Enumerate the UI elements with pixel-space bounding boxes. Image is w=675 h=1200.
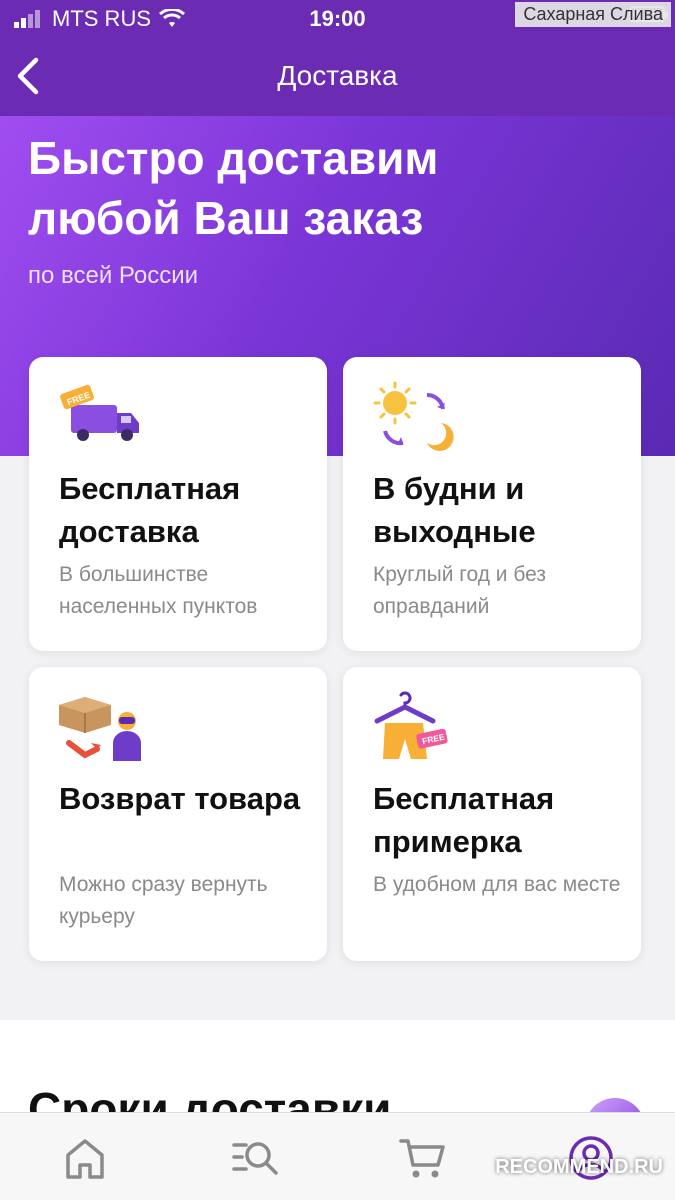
truck-free-icon: FREE (60, 384, 139, 441)
feature-card-free-fitting[interactable]: FREE Бесплатная примерка В удобном для в… (343, 667, 641, 961)
cart-icon (399, 1139, 445, 1178)
card-title: Возврат товара (59, 781, 301, 816)
card-description: В большинстве населенных пунктов (59, 563, 258, 618)
tab-catalog-search[interactable] (230, 1133, 280, 1183)
card-description: Круглый год и без оправданий (373, 563, 546, 618)
card-description: В удобном для вас месте (373, 873, 621, 896)
card-title: В будни и выходные (373, 471, 536, 549)
hanger-clothes-icon: FREE (374, 691, 448, 759)
tab-cart[interactable] (398, 1133, 448, 1183)
page-title: Доставка (277, 60, 398, 91)
watermark: Сахарная Слива (515, 2, 671, 27)
feature-card-return[interactable]: Возврат товара Можно сразу вернуть курье… (29, 667, 327, 961)
card-title: Бесплатная примерка (373, 781, 555, 859)
box-courier-icon (59, 697, 141, 761)
recommend-watermark: RECOMMEND.RU (495, 1156, 663, 1178)
card-description: Можно сразу вернуть курьеру (59, 873, 268, 928)
nav-bar: Доставка (0, 40, 675, 116)
tab-home[interactable] (60, 1133, 110, 1183)
feature-card-free-delivery[interactable]: FREE Бесплатная доставка В большинстве н… (29, 357, 327, 651)
card-title: Бесплатная доставка (59, 471, 241, 549)
hero-subtitle: по всей России (28, 262, 199, 289)
delivery-times-section: Сроки доставки (0, 1020, 675, 1120)
sun-moon-icon (373, 381, 454, 451)
home-icon (66, 1139, 104, 1179)
hero-title: Быстро доставим любой Ваш заказ (28, 132, 439, 244)
catalog-search-icon (232, 1142, 278, 1175)
feature-card-weekdays-weekends[interactable]: В будни и выходные Круглый год и без опр… (343, 357, 641, 651)
